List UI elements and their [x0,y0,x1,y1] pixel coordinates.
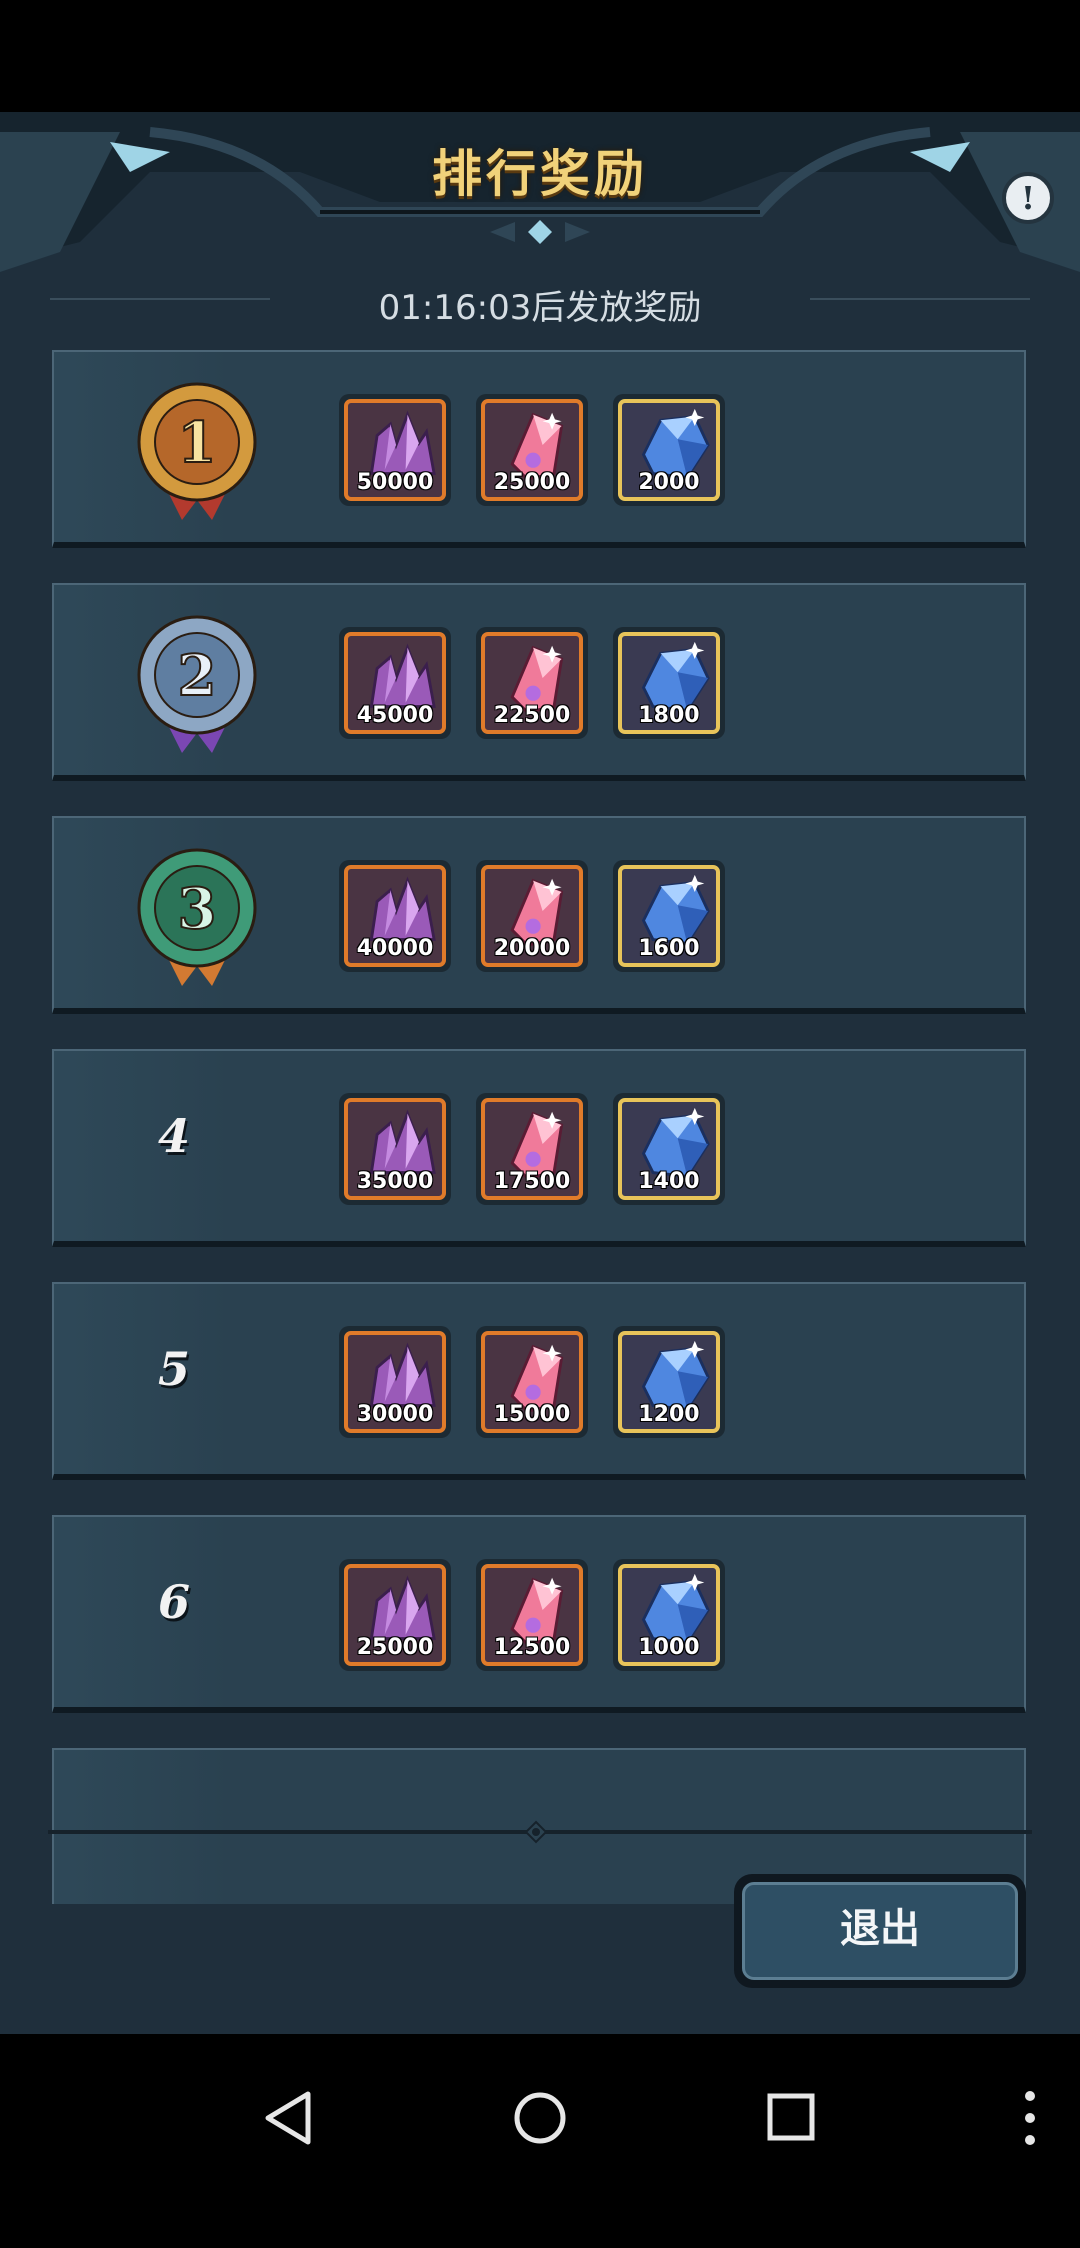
divider-ornament [524,1820,548,1844]
status-bar [0,0,1080,112]
reward-row: 6 25000 12500 1000 [52,1515,1026,1713]
reward-item[interactable]: 12500 [476,1559,588,1671]
reward-quantity: 30000 [356,1402,434,1427]
rank-number: 4 [157,1109,190,1163]
row-decoration [54,1750,229,1904]
reward-item[interactable]: 15000 [476,1326,588,1438]
system-nav-bar [0,2034,1080,2248]
ranking-rewards-panel: 排行奖励 ! 01:16:03后发放奖励 1 50000 25000 2000 2 450… [0,112,1080,2034]
reward-quantity: 1000 [638,1635,700,1660]
reward-item[interactable]: 35000 [339,1093,451,1205]
reward-item[interactable]: 25000 [476,394,588,506]
reward-item[interactable]: 45000 [339,627,451,739]
reward-quantity: 40000 [356,936,434,961]
page-title: 排行奖励 [432,145,648,203]
reward-quantity: 1800 [638,703,700,728]
info-icon[interactable]: ! [1002,172,1054,224]
reward-row: 3 40000 20000 1600 [52,816,1026,1014]
reward-item[interactable]: 17500 [476,1093,588,1205]
green-medal-icon: 3 [137,848,257,986]
reward-item[interactable]: 1000 [613,1559,725,1671]
back-icon[interactable] [262,2090,314,2146]
reward-row: 1 50000 25000 2000 [52,350,1026,548]
exit-button-label: 退出 [742,1882,1018,1980]
reward-item[interactable]: 1600 [613,860,725,972]
gold-medal-icon: 1 [137,382,257,520]
reward-quantity: 12500 [493,1635,571,1660]
silver-medal-icon: 2 [137,615,257,753]
reward-quantity: 15000 [493,1402,571,1427]
reward-quantity: 1400 [638,1169,700,1194]
exit-button[interactable]: 退出 [734,1874,1026,1988]
medal-rank-number: 2 [178,643,217,709]
reward-list[interactable]: 1 50000 25000 2000 2 45000 22500 1800 3 40000 2000… [52,350,1028,1904]
reward-item[interactable]: 2000 [613,394,725,506]
reward-quantity: 20000 [493,936,571,961]
medal-rank-number: 1 [178,410,217,476]
medal-rank-number: 3 [178,876,217,942]
reward-quantity: 25000 [356,1635,434,1660]
reward-item[interactable]: 25000 [339,1559,451,1671]
countdown-text: 01:16:03后发放奖励 [378,288,702,328]
reward-quantity: 2000 [638,470,700,495]
reward-item[interactable]: 40000 [339,860,451,972]
more-icon[interactable] [1022,2088,1038,2148]
reward-quantity: 45000 [356,703,434,728]
reward-row: 2 45000 22500 1800 [52,583,1026,781]
reward-quantity: 25000 [493,470,571,495]
reward-item[interactable]: 50000 [339,394,451,506]
rank-number: 5 [157,1342,190,1396]
reward-item[interactable]: 1200 [613,1326,725,1438]
reward-quantity: 22500 [493,703,571,728]
reward-quantity: 17500 [493,1169,571,1194]
recents-icon[interactable] [766,2092,816,2142]
reward-quantity: 50000 [356,470,434,495]
reward-quantity: 1600 [638,936,700,961]
reward-item[interactable]: 22500 [476,627,588,739]
rank-number: 6 [157,1575,190,1629]
home-icon[interactable] [512,2090,568,2146]
reward-item[interactable]: 30000 [339,1326,451,1438]
reward-quantity: 1200 [638,1402,700,1427]
reward-item[interactable]: 1400 [613,1093,725,1205]
reward-item[interactable]: 1800 [613,627,725,739]
reward-row: 4 35000 17500 1400 [52,1049,1026,1247]
reward-quantity: 35000 [356,1169,434,1194]
reward-item[interactable]: 20000 [476,860,588,972]
reward-row: 5 30000 15000 1200 [52,1282,1026,1480]
